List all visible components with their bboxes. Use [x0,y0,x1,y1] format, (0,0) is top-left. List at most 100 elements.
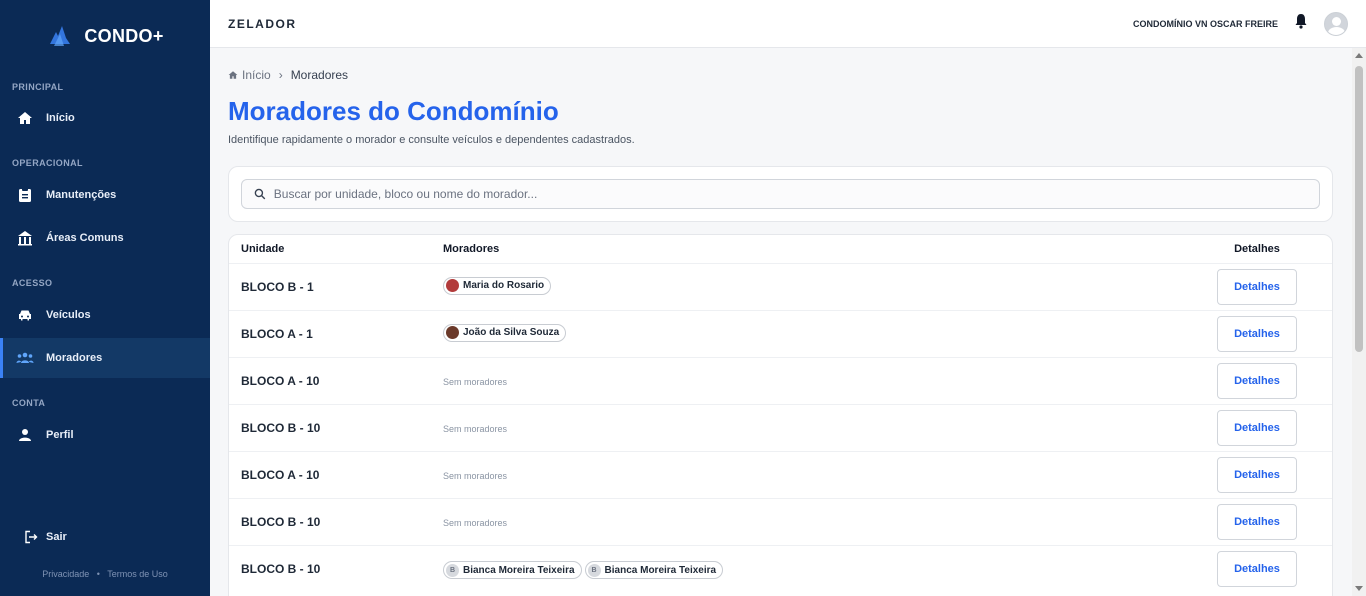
sidebar-item-label: Perfil [46,429,74,441]
top-bar: ZELADOR CONDOMÍNIO VN OSCAR FREIRE [210,0,1366,48]
resident-chip[interactable]: Maria do Rosario [443,276,552,295]
sidebar-item-label: Manutenções [46,189,117,201]
details-cell: Detalhes [1182,269,1332,305]
sidebar-item-label: Áreas Comuns [46,232,124,244]
search-box[interactable] [241,179,1320,209]
sidebar-item-veiculos[interactable]: Veículos [0,295,210,335]
details-cell: Detalhes [1182,410,1332,446]
search-card [228,166,1333,222]
condo-name[interactable]: CONDOMÍNIO VN OSCAR FREIRE [1133,19,1278,29]
residents-table: Unidade Moradores Detalhes BLOCO B - 1 Ma… [228,234,1333,596]
details-cell: Detalhes [1182,363,1332,399]
unit-cell: BLOCO B - 10 [241,421,321,435]
sidebar-item-manutencoes[interactable]: Manutenções [0,175,210,215]
page-scrollbar[interactable] [1352,48,1366,596]
sidebar-item-label: Veículos [46,309,91,321]
section-label-conta: CONTA [12,398,46,408]
scroll-down-arrow-icon[interactable] [1355,586,1363,591]
main-content: Início › Moradores Moradores do Condomín… [210,48,1352,596]
user-role: ZELADOR [228,16,297,31]
sidebar-item-label: Moradores [46,352,103,364]
brand[interactable]: CONDO+ [0,0,210,72]
logout-label: Sair [46,531,67,543]
resident-avatar: B [587,563,601,577]
details-button[interactable]: Detalhes [1217,410,1297,446]
empty-residents-label: Sem moradores [443,424,508,434]
unit-cell: BLOCO B - 1 [241,280,314,294]
resident-name: Bianca Moreira Teixeira [463,564,575,576]
unit-cell: BLOCO B - 10 [241,562,321,576]
terms-link[interactable]: Termos de Uso [107,569,168,579]
sidebar: CONDO+ PRINCIPAL Início OPERACIONAL Manu… [0,0,210,596]
sidebar-item-inicio[interactable]: Início [0,98,210,138]
resident-name: Bianca Moreira Teixeira [604,564,717,576]
resident-name: João da Silva Souza [463,327,560,339]
resident-chip[interactable]: B Bianca Moreira Teixeira [443,561,582,580]
section-label-operacional: OPERACIONAL [12,158,83,168]
unit-cell: BLOCO A - 1 [241,327,313,341]
empty-residents-label: Sem moradores [443,377,508,387]
details-cell: Detalhes [1182,316,1332,352]
sidebar-item-perfil[interactable]: Perfil [0,415,210,455]
car-icon [16,306,34,324]
scroll-up-arrow-icon[interactable] [1355,53,1363,58]
section-label-acesso: ACESSO [12,278,53,288]
logout-icon [25,530,38,544]
avatar[interactable] [1324,11,1348,36]
details-button[interactable]: Detalhes [1217,316,1297,352]
details-button[interactable]: Detalhes [1217,504,1297,540]
unit-cell: BLOCO A - 10 [241,374,320,388]
resident-chip[interactable]: B Bianca Moreira Teixeira [584,561,724,580]
residents-cell: Sem moradores [443,419,1182,437]
residents-cell: Maria do Rosario [443,276,1182,298]
breadcrumb-home[interactable]: Início [228,68,271,82]
details-button[interactable]: Detalhes [1217,269,1297,305]
table-row: BLOCO B - 10 Sem moradores Detalhes [229,404,1332,451]
table-row: BLOCO B - 10 Sem moradores Detalhes [229,498,1332,545]
condo-logo-icon [50,26,71,46]
table-row: BLOCO A - 1 João da Silva Souza Detalhes [229,310,1332,357]
residents-cell: Sem moradores [443,513,1182,531]
building-icon [16,229,34,247]
sidebar-item-moradores[interactable]: Moradores [0,338,210,378]
search-icon [254,188,266,200]
logout-button[interactable]: Sair [24,530,67,544]
residents-cell: João da Silva Souza [443,323,1182,345]
scrollbar-thumb[interactable] [1355,66,1363,352]
bell-icon[interactable] [1294,13,1308,34]
page-subtitle: Identifique rapidamente o morador e cons… [228,134,635,146]
sidebar-item-label: Início [46,112,75,124]
sidebar-item-areas-comuns[interactable]: Áreas Comuns [0,218,210,258]
table-row: BLOCO B - 10 B Bianca Moreira Teixeira B Bia… [229,545,1332,592]
page-title: Moradores do Condomínio [228,96,559,126]
residents-cell: B Bianca Moreira Teixeira B Bianca Moreira … [443,559,1182,580]
resident-name: Maria do Rosario [463,280,545,292]
search-input[interactable] [273,187,1319,201]
privacy-link[interactable]: Privacidade [42,569,89,579]
header-details: Detalhes [1234,243,1280,255]
breadcrumb-home-label: Início [242,68,271,82]
empty-residents-label: Sem moradores [443,471,508,481]
resident-avatar [446,326,459,340]
person-icon [16,426,34,444]
resident-avatar: B [446,563,459,577]
home-icon [228,71,238,79]
details-button[interactable]: Detalhes [1217,363,1297,399]
section-label-principal: PRINCIPAL [12,82,64,92]
breadcrumb: Início › Moradores [228,68,348,82]
breadcrumb-current: Moradores [290,68,349,82]
details-button[interactable]: Detalhes [1217,457,1297,493]
unit-cell: BLOCO B - 10 [241,515,321,529]
table-row: BLOCO A - 10 Sem moradores Detalhes [229,357,1332,404]
table-header: Unidade Moradores Detalhes [229,235,1332,263]
residents-cell: Sem moradores [443,466,1182,484]
header-residents: Moradores [443,243,500,255]
top-right: CONDOMÍNIO VN OSCAR FREIRE [1133,11,1348,36]
header-unit: Unidade [241,243,285,255]
table-body: BLOCO B - 1 Maria do Rosario Detalhes BLOCO… [229,263,1332,592]
brand-name: CONDO+ [84,25,164,46]
details-button[interactable]: Detalhes [1217,551,1297,587]
clipboard-icon [16,186,34,204]
details-cell: Detalhes [1182,551,1332,587]
resident-chip[interactable]: João da Silva Souza [443,323,567,342]
